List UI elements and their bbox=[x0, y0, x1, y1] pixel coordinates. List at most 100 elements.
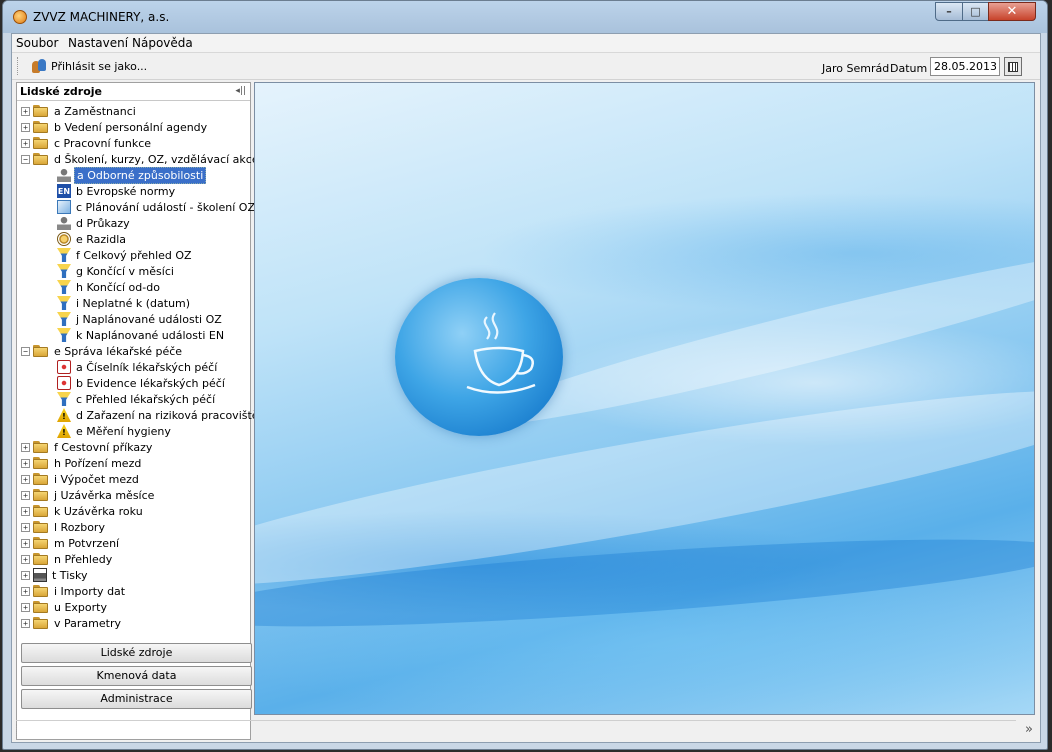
tree-item-label[interactable]: v Parametry bbox=[52, 616, 123, 631]
nav-button-kmenova-data[interactable]: Kmenová data bbox=[21, 666, 252, 686]
tree-item-label[interactable]: d Školení, kurzy, OZ, vzdělávací akce bbox=[52, 152, 261, 167]
tree-item[interactable]: + k Uzávěrka roku bbox=[21, 503, 145, 519]
tree-item[interactable]: + n Přehledy bbox=[21, 551, 114, 567]
tree-item[interactable]: ! d Zařazení na riziková pracoviště bbox=[57, 407, 261, 423]
tree-item-label[interactable]: j Uzávěrka měsíce bbox=[52, 488, 156, 503]
tree-item-label[interactable]: b Evropské normy bbox=[74, 184, 177, 199]
tree-item[interactable]: + u Exporty bbox=[21, 599, 109, 615]
tree-item-label[interactable]: b Evidence lékařských péčí bbox=[74, 376, 227, 391]
tree-item-label[interactable]: c Plánování událostí - školení OZ bbox=[74, 200, 257, 215]
tree-item-label[interactable]: f Cestovní příkazy bbox=[52, 440, 154, 455]
tree-item-label[interactable]: m Potvrzení bbox=[52, 536, 121, 551]
tree-item[interactable]: + i Výpočet mezd bbox=[21, 471, 141, 487]
tree-item-label[interactable]: j Naplánované události OZ bbox=[74, 312, 224, 327]
tree-item-label[interactable]: g Končící v měsíci bbox=[74, 264, 176, 279]
tree-item[interactable]: + t Tisky bbox=[21, 567, 89, 583]
expand-node-icon[interactable]: + bbox=[21, 458, 30, 468]
expand-node-icon[interactable]: + bbox=[21, 490, 30, 500]
tree-item-label[interactable]: a Zaměstnanci bbox=[52, 104, 138, 119]
expand-node-icon[interactable]: + bbox=[21, 618, 30, 628]
tree-item-label[interactable]: c Pracovní funkce bbox=[52, 136, 153, 151]
tree-item-label[interactable]: n Přehledy bbox=[52, 552, 114, 567]
tree-item[interactable]: c Přehled lékařských péčí bbox=[57, 391, 217, 407]
tree-item[interactable]: a Odborné způsobilosti bbox=[57, 166, 207, 184]
nav-button-lidske-zdroje[interactable]: Lidské zdroje bbox=[21, 643, 252, 663]
status-grip[interactable] bbox=[16, 724, 17, 738]
expand-icon[interactable]: » bbox=[1025, 722, 1033, 737]
tree-item[interactable]: + h Pořízení mezd bbox=[21, 455, 143, 471]
nav-button-administrace[interactable]: Administrace bbox=[21, 689, 252, 709]
expand-node-icon[interactable]: + bbox=[21, 474, 30, 484]
tree-item-label[interactable]: u Exporty bbox=[52, 600, 109, 615]
tree-item-label[interactable]: a Číselník lékařských péčí bbox=[74, 360, 219, 375]
tree-item[interactable]: e Razidla bbox=[57, 231, 128, 247]
tree-item[interactable]: − d Školení, kurzy, OZ, vzdělávací akce bbox=[21, 151, 261, 167]
tree-item-label[interactable]: f Celkový přehled OZ bbox=[74, 248, 194, 263]
toolbar-grip[interactable] bbox=[17, 57, 18, 75]
expand-node-icon[interactable]: + bbox=[21, 106, 30, 116]
tree-item[interactable]: + l Rozbory bbox=[21, 519, 107, 535]
collapse-node-icon[interactable]: − bbox=[21, 154, 30, 164]
expand-node-icon[interactable]: + bbox=[21, 506, 30, 516]
close-button[interactable]: ✕ bbox=[988, 2, 1036, 21]
tree-item[interactable]: i Neplatné k (datum) bbox=[57, 295, 192, 311]
expand-node-icon[interactable]: + bbox=[21, 538, 30, 548]
tree-item[interactable]: + v Parametry bbox=[21, 615, 123, 631]
tree-item[interactable]: k Naplánované události EN bbox=[57, 327, 226, 343]
tree-item-label[interactable]: h Pořízení mezd bbox=[52, 456, 143, 471]
tree-item-label[interactable]: b Vedení personální agendy bbox=[52, 120, 209, 135]
expand-node-icon[interactable]: + bbox=[21, 122, 30, 132]
tree-item-label[interactable]: e Razidla bbox=[74, 232, 128, 247]
tree-item[interactable]: f Celkový přehled OZ bbox=[57, 247, 194, 263]
tree-item[interactable]: a Číselník lékařských péčí bbox=[57, 359, 219, 375]
tree-item-label[interactable]: c Přehled lékařských péčí bbox=[74, 392, 217, 407]
tree-item[interactable]: d Průkazy bbox=[57, 215, 132, 231]
tree-item-label[interactable]: k Naplánované události EN bbox=[74, 328, 226, 343]
expand-node-icon[interactable]: + bbox=[21, 138, 30, 148]
tree-item[interactable]: + m Potvrzení bbox=[21, 535, 121, 551]
collapse-panel-icon[interactable]: ◂|| bbox=[235, 86, 246, 96]
tree-item[interactable]: ! e Měření hygieny bbox=[57, 423, 173, 439]
tree-item[interactable]: + c Pracovní funkce bbox=[21, 135, 153, 151]
collapse-node-icon[interactable]: − bbox=[21, 346, 30, 356]
tree-item-label[interactable]: e Měření hygieny bbox=[74, 424, 173, 439]
menu-napoveda[interactable]: Nápověda bbox=[132, 36, 193, 50]
tree-item[interactable]: j Naplánované události OZ bbox=[57, 311, 224, 327]
tree-item-label[interactable]: i Importy dat bbox=[52, 584, 127, 599]
login-as-button[interactable]: Přihlásit se jako... bbox=[32, 57, 147, 75]
menu-nastaveni[interactable]: Nastavení bbox=[68, 36, 128, 50]
expand-node-icon[interactable]: + bbox=[21, 554, 30, 564]
tree-item-label[interactable]: k Uzávěrka roku bbox=[52, 504, 145, 519]
tree-item-label[interactable]: i Výpočet mezd bbox=[52, 472, 141, 487]
tree-item[interactable]: + j Uzávěrka měsíce bbox=[21, 487, 156, 503]
tree-item[interactable]: b Evidence lékařských péčí bbox=[57, 375, 227, 391]
tree-item-label[interactable]: d Zařazení na riziková pracoviště bbox=[74, 408, 261, 423]
expand-node-icon[interactable]: + bbox=[21, 570, 30, 580]
tree-item-label[interactable]: t Tisky bbox=[50, 568, 89, 583]
minimize-button[interactable]: – bbox=[935, 2, 963, 21]
tree-item-label[interactable]: d Průkazy bbox=[74, 216, 132, 231]
tree-item[interactable]: g Končící v měsíci bbox=[57, 263, 176, 279]
expand-node-icon[interactable]: + bbox=[21, 586, 30, 596]
tree-item[interactable]: + f Cestovní příkazy bbox=[21, 439, 154, 455]
tree-item-label[interactable]: l Rozbory bbox=[52, 520, 107, 535]
tree-item-label[interactable]: a Odborné způsobilosti bbox=[74, 166, 207, 184]
expand-node-icon[interactable]: + bbox=[21, 442, 30, 452]
maximize-button[interactable]: □ bbox=[962, 2, 989, 21]
tree-item[interactable]: + i Importy dat bbox=[21, 583, 127, 599]
tree-item[interactable]: h Končící od-do bbox=[57, 279, 162, 295]
calendar-button[interactable] bbox=[1004, 57, 1022, 76]
tree-item-label[interactable]: h Končící od-do bbox=[74, 280, 162, 295]
tree-item[interactable]: − e Správa lékařské péče bbox=[21, 343, 184, 359]
tree-item[interactable]: + b Vedení personální agendy bbox=[21, 119, 209, 135]
menu-soubor[interactable]: Soubor bbox=[16, 36, 58, 50]
tree-item-label[interactable]: e Správa lékařské péče bbox=[52, 344, 184, 359]
tree-item[interactable]: + a Zaměstnanci bbox=[21, 103, 138, 119]
tree-item[interactable]: EN b Evropské normy bbox=[57, 183, 177, 199]
tree-item-label[interactable]: i Neplatné k (datum) bbox=[74, 296, 192, 311]
expand-node-icon[interactable]: + bbox=[21, 522, 30, 532]
date-field[interactable] bbox=[930, 57, 1000, 76]
title-bar[interactable]: ZVVZ MACHINERY, a.s. – □ ✕ bbox=[3, 1, 1047, 33]
tree-item[interactable]: c Plánování událostí - školení OZ bbox=[57, 199, 257, 215]
expand-node-icon[interactable]: + bbox=[21, 602, 30, 612]
